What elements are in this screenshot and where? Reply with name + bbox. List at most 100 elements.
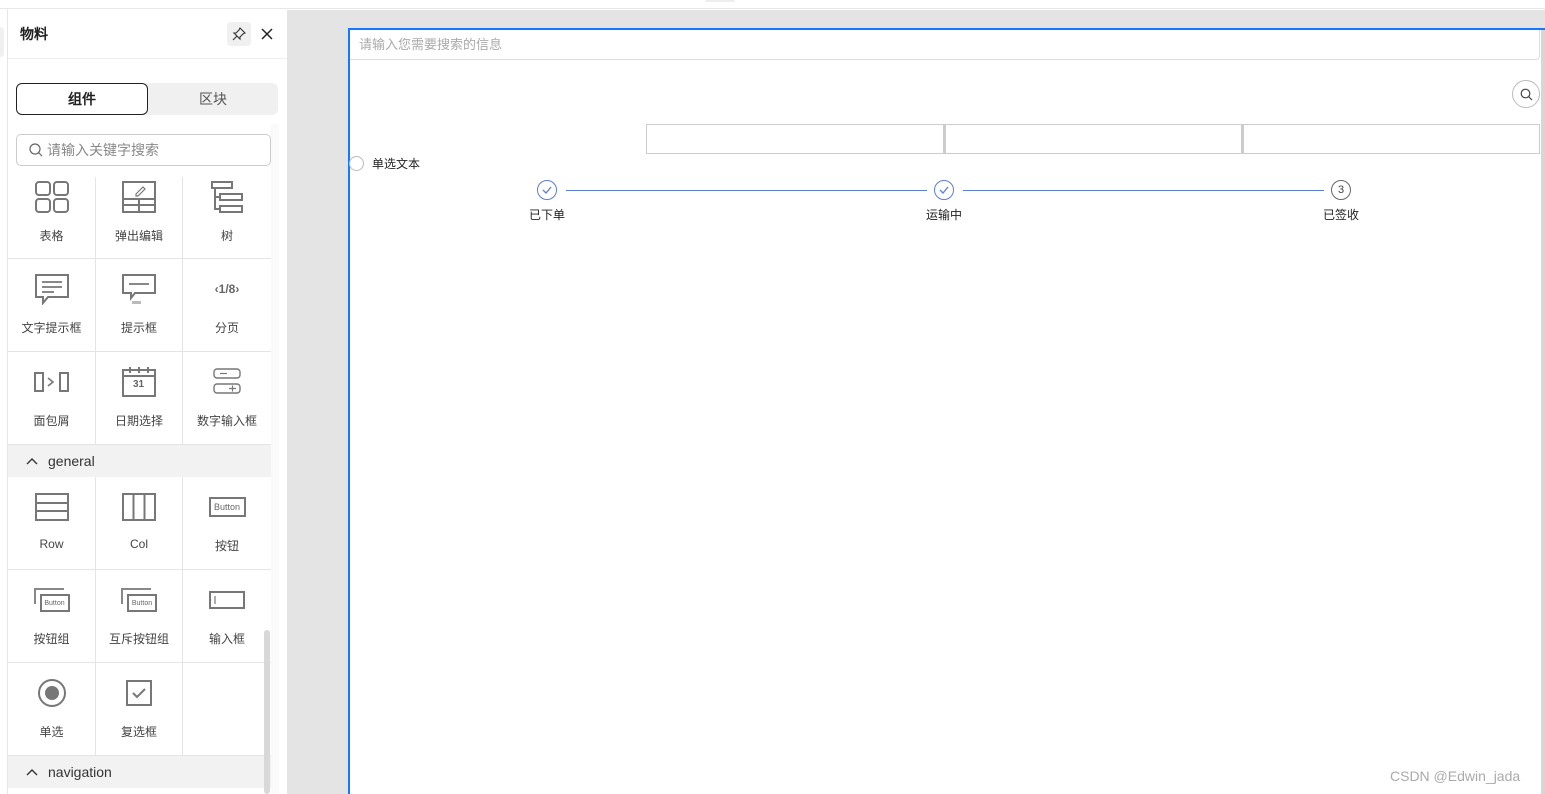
canvas-scrollbar[interactable] bbox=[1541, 30, 1545, 794]
row-icon bbox=[34, 493, 69, 521]
component-list: 表格 弹出编辑 树 文字提示框 提示框 ‹1/8› 分页 面包屑 31 日期选择… bbox=[8, 177, 271, 794]
col-icon bbox=[122, 493, 156, 521]
column-layout bbox=[646, 124, 1540, 154]
component-search-input[interactable] bbox=[47, 142, 247, 158]
calendar-day-text: 31 bbox=[133, 379, 145, 390]
component-breadcrumb[interactable]: 面包屑 bbox=[8, 352, 96, 445]
component-label: Row bbox=[39, 537, 64, 551]
chevron-up-icon bbox=[26, 769, 38, 776]
component-date-picker[interactable]: 31 日期选择 bbox=[96, 352, 183, 445]
general-grid: Row Col Button 按钮 Button 按钮组 Button 互斥按钮… bbox=[8, 477, 271, 756]
group-name: general bbox=[48, 453, 95, 469]
component-col[interactable]: Col bbox=[96, 477, 183, 570]
component-checkbox[interactable]: 复选框 bbox=[96, 663, 183, 756]
button-group-icon: Button bbox=[39, 594, 70, 612]
column[interactable] bbox=[646, 124, 944, 154]
step-done-circle bbox=[934, 180, 954, 200]
top-bar bbox=[0, 0, 1545, 9]
step-item[interactable]: 已下单 bbox=[507, 180, 587, 223]
component-radio[interactable]: 单选 bbox=[8, 663, 96, 756]
chevron-up-icon bbox=[26, 458, 38, 465]
activity-tab[interactable] bbox=[0, 27, 4, 57]
component-button[interactable]: Button 按钮 bbox=[183, 477, 271, 570]
button-icon: Button bbox=[208, 497, 246, 517]
close-button[interactable] bbox=[255, 22, 279, 46]
component-row[interactable]: Row bbox=[8, 477, 96, 570]
component-label: 日期选择 bbox=[114, 414, 163, 428]
empty-cell bbox=[183, 663, 271, 756]
component-tree[interactable]: 树 bbox=[183, 177, 271, 259]
component-grid: 表格 弹出编辑 树 文字提示框 提示框 ‹1/8› 分页 面包屑 31 日期选择… bbox=[8, 177, 271, 445]
table-icon bbox=[34, 181, 69, 213]
step-done-circle bbox=[537, 180, 557, 200]
design-canvas[interactable]: 单选文本 已下单 运输中 3 已签收 bbox=[348, 28, 1545, 794]
panel-title: 物料 bbox=[20, 25, 48, 42]
watermark: CSDN @Edwin_jada bbox=[1390, 768, 1521, 784]
component-label: 单选 bbox=[39, 725, 64, 739]
tree-icon bbox=[211, 181, 243, 213]
canvas-search-input[interactable] bbox=[359, 37, 959, 52]
component-label: 面包屑 bbox=[33, 414, 70, 428]
check-icon bbox=[542, 186, 552, 194]
round-search-button[interactable] bbox=[1512, 80, 1540, 108]
component-label: 树 bbox=[220, 229, 233, 243]
materials-panel: 物料 组件 区块 表格 弹出编辑 树 bbox=[8, 9, 287, 794]
breadcrumb-icon bbox=[33, 372, 69, 392]
component-label: 弹出编辑 bbox=[114, 229, 163, 243]
column[interactable] bbox=[944, 124, 1242, 154]
component-input[interactable]: 输入框 bbox=[183, 570, 271, 663]
component-label: Col bbox=[129, 537, 148, 551]
component-search[interactable] bbox=[16, 134, 271, 166]
component-text-tooltip[interactable]: 文字提示框 bbox=[8, 259, 96, 352]
panel-tabs: 组件 区块 bbox=[16, 83, 278, 115]
step-connector bbox=[566, 190, 927, 191]
radio-option[interactable]: 单选文本 bbox=[349, 155, 421, 172]
component-table[interactable]: 表格 bbox=[8, 177, 96, 259]
numeric-input-icon bbox=[213, 368, 241, 394]
step-item[interactable]: 运输中 bbox=[904, 180, 984, 223]
panel-scrollbar-thumb[interactable] bbox=[264, 630, 270, 794]
component-popover[interactable]: 提示框 bbox=[96, 259, 183, 352]
component-label: 互斥按钮组 bbox=[108, 632, 169, 646]
popover-icon bbox=[122, 274, 156, 304]
radio-label: 单选文本 bbox=[372, 157, 421, 171]
radio-circle[interactable] bbox=[349, 156, 364, 171]
column[interactable] bbox=[1242, 124, 1540, 154]
steps: 已下单 运输中 3 已签收 bbox=[350, 180, 1540, 230]
group-general-header[interactable]: general bbox=[8, 445, 271, 477]
step-name: 运输中 bbox=[925, 208, 962, 222]
step-item[interactable]: 3 已签收 bbox=[1301, 180, 1381, 223]
text-tooltip-icon bbox=[34, 274, 69, 305]
component-label: 数字输入框 bbox=[196, 414, 257, 428]
top-handle bbox=[705, 0, 735, 2]
component-label: 按钮 bbox=[214, 539, 239, 553]
step-connector bbox=[963, 190, 1324, 191]
popup-edit-icon bbox=[122, 181, 156, 213]
component-button-toggle-group[interactable]: Button 互斥按钮组 bbox=[96, 570, 183, 663]
step-index-circle: 3 bbox=[1331, 180, 1351, 200]
input-icon bbox=[209, 591, 245, 609]
pin-button[interactable] bbox=[227, 22, 251, 46]
group-navigation-header[interactable]: navigation bbox=[8, 756, 271, 788]
component-popup-edit[interactable]: 弹出编辑 bbox=[96, 177, 183, 259]
pager-icon: ‹1/8› bbox=[214, 282, 240, 296]
panel-scrollbar-track bbox=[271, 124, 279, 794]
component-button-group[interactable]: Button 按钮组 bbox=[8, 570, 96, 663]
tab-components[interactable]: 组件 bbox=[16, 83, 148, 115]
component-pager[interactable]: ‹1/8› 分页 bbox=[183, 259, 271, 352]
step-name: 已签收 bbox=[1322, 208, 1359, 222]
search-icon bbox=[1520, 88, 1532, 100]
radio-icon bbox=[37, 679, 66, 707]
button-toggle-group-icon: Button bbox=[127, 594, 157, 612]
search-icon bbox=[29, 143, 43, 157]
component-label: 复选框 bbox=[120, 725, 157, 739]
check-icon bbox=[939, 186, 949, 194]
component-label: 表格 bbox=[39, 229, 64, 243]
component-numeric-input[interactable]: 数字输入框 bbox=[183, 352, 271, 445]
group-name: navigation bbox=[48, 764, 112, 780]
step-name: 已下单 bbox=[528, 208, 565, 222]
left-activity-strip bbox=[0, 9, 8, 794]
tab-blocks[interactable]: 区块 bbox=[148, 83, 278, 115]
canvas-search-box[interactable] bbox=[350, 30, 1540, 60]
pin-icon bbox=[232, 27, 246, 41]
